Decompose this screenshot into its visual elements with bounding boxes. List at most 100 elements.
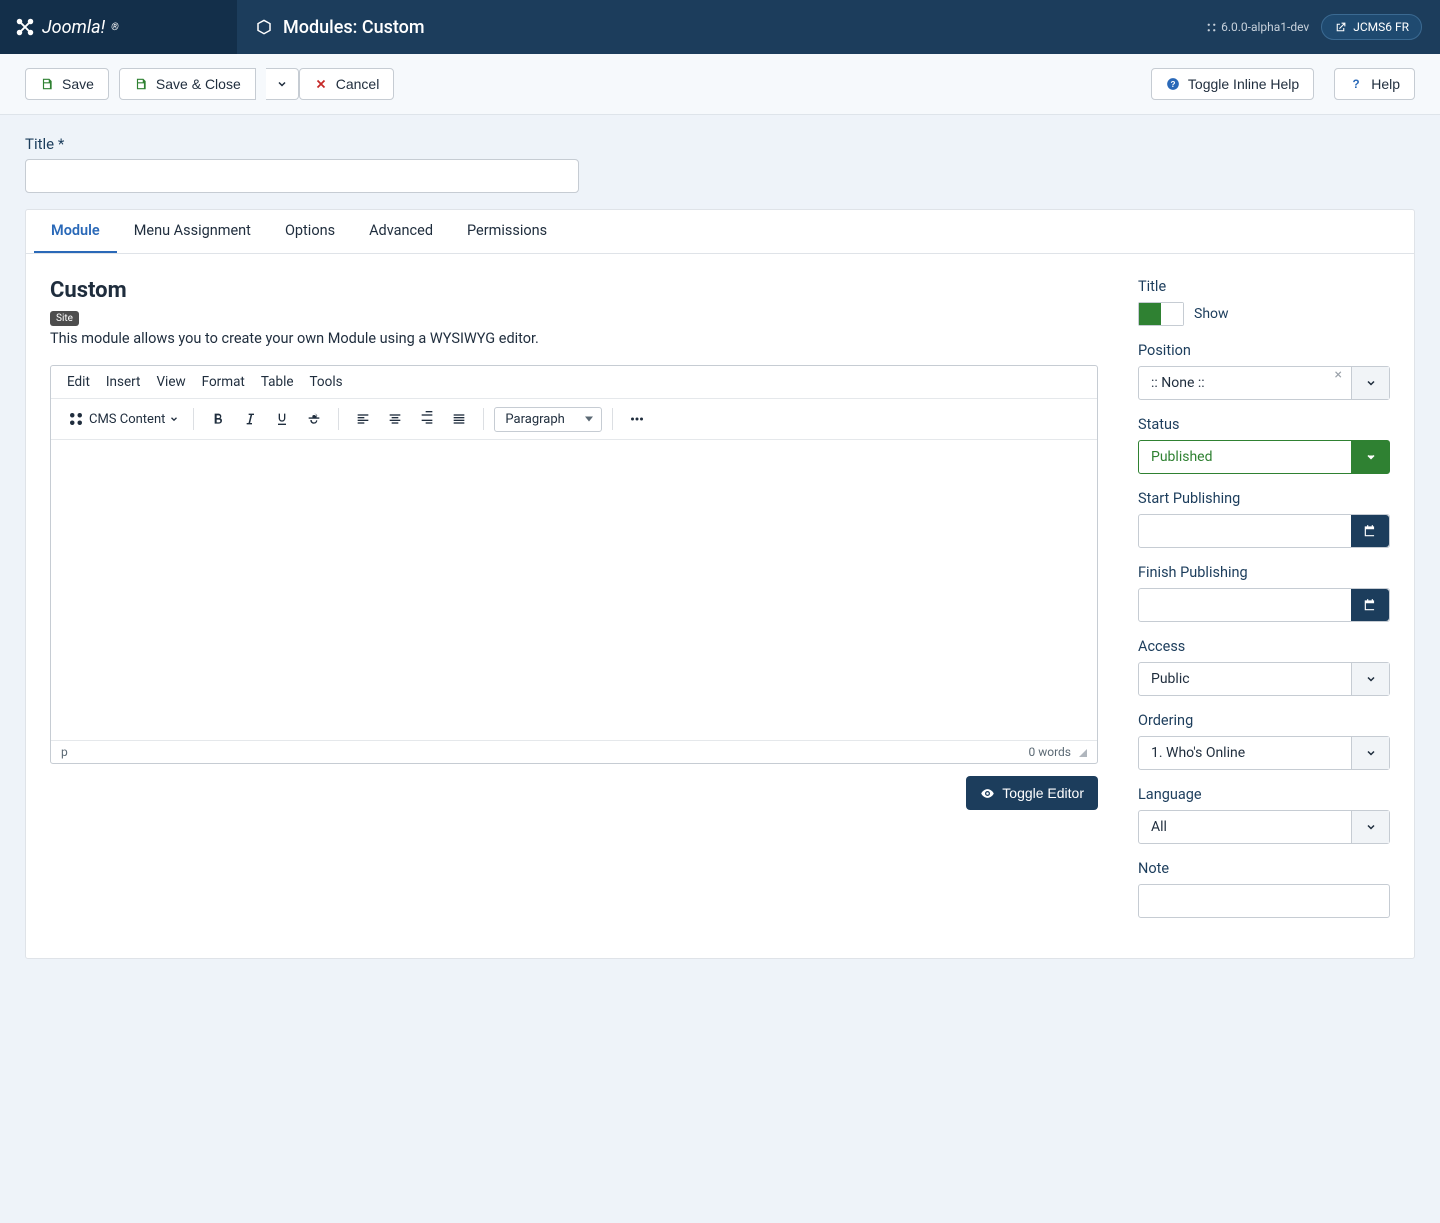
joomla-small-icon xyxy=(1206,22,1217,33)
tab-permissions[interactable]: Permissions xyxy=(450,210,564,253)
editor-footer: p 0 words xyxy=(51,740,1097,763)
menu-edit[interactable]: Edit xyxy=(67,374,90,390)
paragraph-label: Paragraph xyxy=(505,412,564,427)
tab-label: Menu Assignment xyxy=(134,222,251,239)
bold-icon xyxy=(210,411,226,427)
align-center-button[interactable] xyxy=(381,405,409,433)
start-publishing-field[interactable] xyxy=(1139,515,1351,547)
cms-content-button[interactable]: CMS Content xyxy=(63,410,183,428)
menu-insert[interactable]: Insert xyxy=(106,374,141,390)
more-tools-button[interactable] xyxy=(623,405,651,433)
joomla-icon xyxy=(14,16,36,38)
finish-publishing-label: Finish Publishing xyxy=(1138,564,1390,581)
align-justify-icon xyxy=(451,411,467,427)
align-left-button[interactable] xyxy=(349,405,377,433)
status-arrow[interactable] xyxy=(1351,441,1389,473)
menu-view[interactable]: View xyxy=(156,374,185,390)
start-publishing-calendar[interactable] xyxy=(1351,515,1389,547)
resize-handle[interactable] xyxy=(1077,747,1087,757)
calendar-icon xyxy=(1363,524,1377,538)
align-right-icon xyxy=(419,411,435,427)
version-text: 6.0.0-alpha1-dev xyxy=(1221,20,1309,34)
ordering-label: Ordering xyxy=(1138,712,1390,729)
title-show-switch[interactable] xyxy=(1138,302,1184,326)
strikethrough-icon xyxy=(306,411,322,427)
note-input[interactable] xyxy=(1138,884,1390,918)
status-select[interactable]: Published xyxy=(1138,440,1390,474)
tab-advanced[interactable]: Advanced xyxy=(352,210,450,253)
main-card: Module Menu Assignment Options Advanced … xyxy=(25,209,1415,959)
separator xyxy=(483,408,484,430)
tab-label: Module xyxy=(51,222,100,239)
page-title: Modules: Custom xyxy=(283,17,425,38)
wysiwyg-editor: Edit Insert View Format Table Tools CMS … xyxy=(50,365,1098,764)
separator xyxy=(193,408,194,430)
status-label: Status xyxy=(1138,416,1390,433)
ordering-select[interactable]: 1. Who's Online xyxy=(1138,736,1390,770)
position-clear[interactable]: × xyxy=(1335,367,1342,383)
finish-publishing-field[interactable] xyxy=(1139,589,1351,621)
position-label: Position xyxy=(1138,342,1390,359)
toggle-inline-help-button[interactable]: ? Toggle Inline Help xyxy=(1151,68,1314,100)
position-select[interactable]: :: None :: × xyxy=(1138,366,1390,400)
save-label: Save xyxy=(62,76,94,92)
underline-icon xyxy=(274,411,290,427)
tab-label: Permissions xyxy=(467,222,547,239)
question-icon: ? xyxy=(1349,77,1363,91)
ordering-arrow[interactable] xyxy=(1351,737,1389,769)
page-title-wrap: Modules: Custom xyxy=(237,17,1206,38)
underline-button[interactable] xyxy=(268,405,296,433)
brand[interactable]: Joomla!® xyxy=(0,0,237,54)
editor-path[interactable]: p xyxy=(61,745,1029,759)
tab-label: Advanced xyxy=(369,222,433,239)
cancel-label: Cancel xyxy=(336,76,380,92)
align-justify-button[interactable] xyxy=(445,405,473,433)
title-show-label: Title xyxy=(1138,278,1390,295)
menu-table[interactable]: Table xyxy=(261,374,294,390)
menu-format[interactable]: Format xyxy=(202,374,245,390)
ellipsis-icon xyxy=(628,410,646,428)
toggle-help-label: Toggle Inline Help xyxy=(1188,76,1299,92)
align-right-button[interactable] xyxy=(413,405,441,433)
cancel-button[interactable]: Cancel xyxy=(299,68,395,100)
tab-module[interactable]: Module xyxy=(34,210,117,253)
bold-button[interactable] xyxy=(204,405,232,433)
save-icon xyxy=(134,77,148,91)
module-heading: Custom xyxy=(50,278,1098,303)
user-menu[interactable]: JCMS6 FR xyxy=(1321,14,1422,40)
joomla-icon xyxy=(67,410,85,428)
save-close-label: Save & Close xyxy=(156,76,241,92)
external-link-icon xyxy=(1334,21,1347,34)
tab-options[interactable]: Options xyxy=(268,210,352,253)
ordering-value: 1. Who's Online xyxy=(1139,737,1351,769)
language-arrow[interactable] xyxy=(1351,811,1389,843)
user-label: JCMS6 FR xyxy=(1353,20,1409,34)
italic-button[interactable] xyxy=(236,405,264,433)
calendar-icon xyxy=(1363,598,1377,612)
strikethrough-button[interactable] xyxy=(300,405,328,433)
language-select[interactable]: All xyxy=(1138,810,1390,844)
toggle-editor-button[interactable]: Toggle Editor xyxy=(966,776,1098,810)
chevron-down-icon xyxy=(1365,673,1377,685)
save-button[interactable]: Save xyxy=(25,68,109,100)
separator xyxy=(612,408,613,430)
tabs: Module Menu Assignment Options Advanced … xyxy=(26,210,1414,254)
paragraph-select[interactable]: Paragraph xyxy=(494,407,602,432)
save-close-button[interactable]: Save & Close xyxy=(119,68,256,100)
question-circle-icon: ? xyxy=(1166,77,1180,91)
title-input[interactable] xyxy=(25,159,579,193)
language-label: Language xyxy=(1138,786,1390,803)
svg-text:?: ? xyxy=(1353,78,1360,91)
finish-publishing-calendar[interactable] xyxy=(1351,589,1389,621)
version-info[interactable]: 6.0.0-alpha1-dev xyxy=(1206,20,1309,34)
access-arrow[interactable] xyxy=(1351,663,1389,695)
save-close-dropdown[interactable] xyxy=(266,68,299,100)
access-select[interactable]: Public xyxy=(1138,662,1390,696)
tab-menu-assignment[interactable]: Menu Assignment xyxy=(117,210,268,253)
position-arrow[interactable] xyxy=(1351,367,1389,399)
status-value: Published xyxy=(1139,441,1351,473)
menu-tools[interactable]: Tools xyxy=(310,374,343,390)
cms-content-label: CMS Content xyxy=(89,412,165,427)
editor-content-area[interactable] xyxy=(51,440,1097,740)
help-button[interactable]: ? Help xyxy=(1334,68,1415,100)
